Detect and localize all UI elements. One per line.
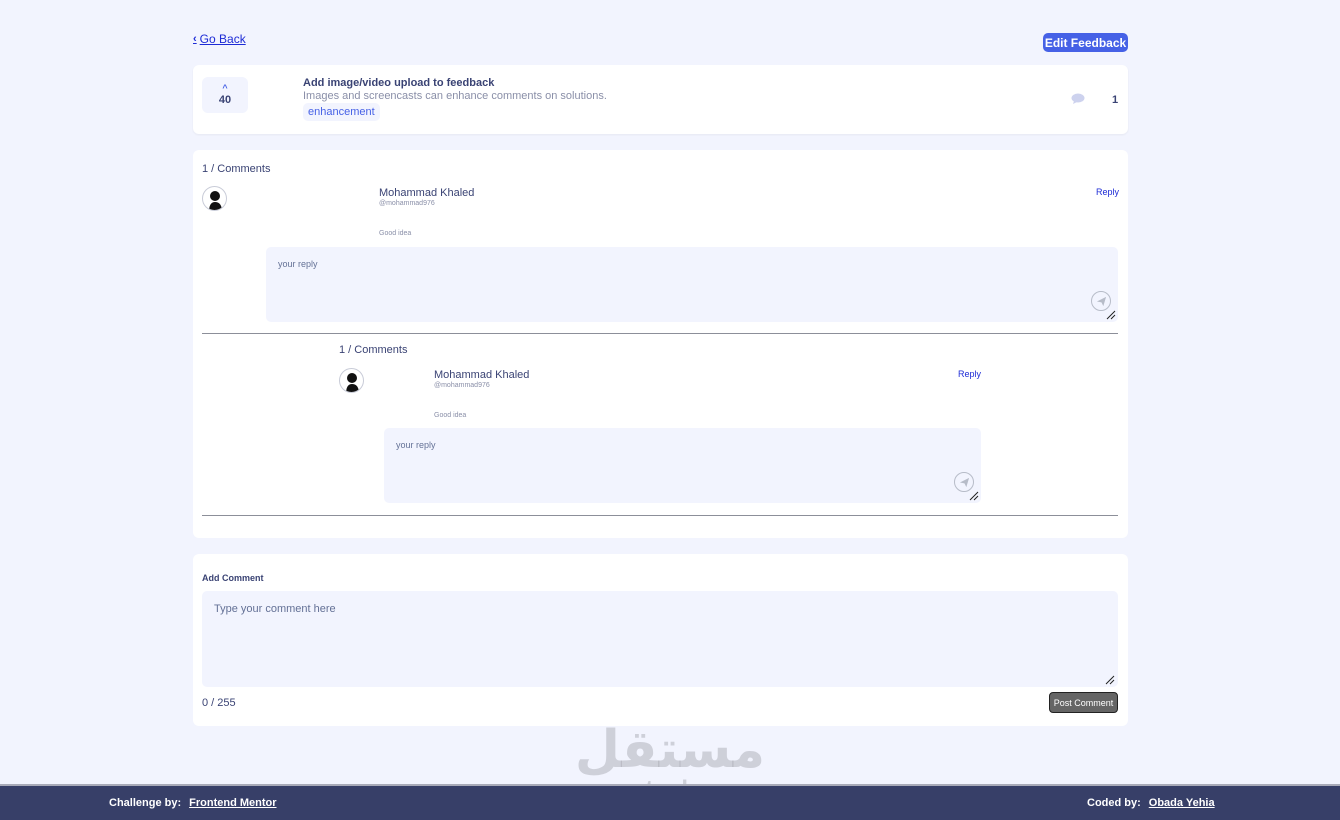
- chevron-left-icon: ‹: [193, 33, 197, 45]
- character-count: 0 / 255: [202, 697, 236, 709]
- watermark-arabic: مستقل: [574, 720, 766, 780]
- resize-handle-icon[interactable]: [1106, 310, 1116, 320]
- divider: [202, 333, 1118, 334]
- footer-coded: Coded by: Obada Yehia: [1087, 797, 1215, 809]
- comment-handle: @mohammad976: [379, 200, 435, 207]
- comment-placeholder: Type your comment here: [214, 603, 336, 615]
- comments-card: 1 / Comments Mohammad Khaled @mohammad97…: [193, 150, 1128, 538]
- footer-challenge: Challenge by: Frontend Mentor: [109, 797, 277, 809]
- comment-count: 1: [1112, 94, 1119, 106]
- coded-label: Coded by:: [1087, 797, 1141, 809]
- send-icon: [959, 477, 969, 487]
- add-comment-title: Add Comment: [202, 573, 264, 583]
- nested-send-button[interactable]: [954, 472, 974, 492]
- feedback-description: Images and screencasts can enhance comme…: [303, 90, 607, 102]
- user-silhouette-icon: [209, 191, 222, 210]
- nested-comment-text: Good idea: [434, 412, 467, 419]
- comment-text: Good idea: [379, 230, 412, 237]
- chevron-up-icon: ^: [222, 83, 228, 93]
- nested-divider: [202, 515, 1118, 516]
- reply-placeholder: your reply: [278, 259, 318, 269]
- nested-comments-count-label: 1 / Comments: [339, 344, 408, 356]
- resize-handle-icon[interactable]: [1105, 675, 1115, 685]
- comments-count-label: 1 / Comments: [202, 163, 271, 175]
- send-icon: [1096, 296, 1106, 306]
- author-link[interactable]: Obada Yehia: [1149, 797, 1215, 809]
- nested-reply-placeholder: your reply: [396, 440, 436, 450]
- go-back-link[interactable]: ‹ Go Back: [193, 32, 246, 46]
- nested-reply-input[interactable]: your reply: [384, 428, 981, 503]
- upvote-button[interactable]: ^ 40: [202, 77, 248, 113]
- nested-comment-author: Mohammad Khaled: [434, 369, 530, 381]
- comment-bubble-icon: [1071, 93, 1085, 104]
- upvote-count: 40: [218, 94, 232, 106]
- go-back-label: Go Back: [199, 32, 246, 46]
- nested-avatar: [339, 368, 364, 393]
- resize-handle-icon[interactable]: [969, 491, 979, 501]
- send-button[interactable]: [1091, 291, 1111, 311]
- feedback-card: ^ 40 Add image/video upload to feedback …: [193, 65, 1128, 134]
- reply-input[interactable]: your reply: [266, 247, 1118, 322]
- comment-author: Mohammad Khaled: [379, 187, 475, 199]
- edit-feedback-button[interactable]: Edit Feedback: [1043, 33, 1128, 52]
- add-comment-card: Add Comment Type your comment here 0 / 2…: [193, 554, 1128, 726]
- frontend-mentor-link[interactable]: Frontend Mentor: [189, 797, 276, 809]
- avatar: [202, 186, 227, 211]
- challenge-label: Challenge by:: [109, 797, 182, 809]
- footer: Challenge by: Frontend Mentor Coded by: …: [0, 784, 1340, 820]
- reply-button[interactable]: Reply: [1096, 187, 1119, 197]
- feedback-tag[interactable]: enhancement: [303, 103, 380, 121]
- nested-comment-handle: @mohammad976: [434, 382, 490, 389]
- nested-reply-button[interactable]: Reply: [958, 369, 981, 379]
- user-silhouette-icon: [346, 373, 359, 392]
- feedback-title: Add image/video upload to feedback: [303, 77, 495, 89]
- post-comment-button[interactable]: Post Comment: [1049, 692, 1118, 713]
- comment-textarea[interactable]: Type your comment here: [202, 591, 1118, 687]
